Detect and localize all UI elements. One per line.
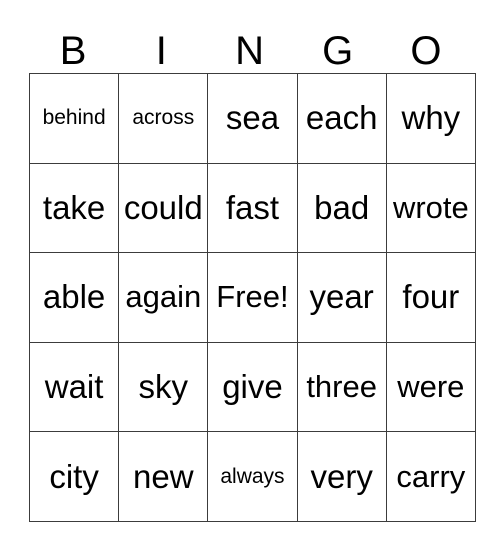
bingo-cell-label: again (125, 279, 202, 315)
bingo-cell-label: give (222, 368, 283, 406)
bingo-cell[interactable]: across (118, 73, 209, 164)
bingo-cell-label: fast (225, 188, 280, 226)
bingo-cell-label: carry (396, 458, 466, 494)
bingo-header-row: B I N G O (29, 20, 470, 73)
bingo-header-letter-n: N (235, 29, 264, 73)
bingo-cell[interactable]: carry (385, 431, 476, 522)
bingo-cell[interactable]: new (118, 431, 209, 522)
bingo-cell-label: sky (138, 368, 189, 406)
bingo-cell-label: each (305, 99, 378, 137)
bingo-cell[interactable]: three (296, 341, 387, 433)
bingo-cell[interactable]: wrote (385, 162, 476, 254)
bingo-cell[interactable]: why (385, 73, 476, 164)
bingo-cell[interactable]: very (296, 431, 387, 522)
bingo-cell-label: could (123, 188, 203, 226)
bingo-cell[interactable]: always (207, 431, 298, 522)
bingo-cell-label: bad (314, 188, 370, 226)
bingo-row: wait sky give three were (28, 341, 476, 433)
bingo-free-space-label: Free! (216, 279, 289, 315)
bingo-cell-label: able (42, 278, 106, 316)
bingo-cell[interactable]: take (28, 162, 120, 254)
bingo-cell-label: why (401, 99, 461, 137)
bingo-header-letter-o: O (410, 29, 442, 73)
bingo-row: take could fast bad wrote (28, 162, 476, 254)
bingo-cell-label: wrote (392, 189, 469, 225)
bingo-header-letter-i: I (155, 29, 167, 73)
bingo-row: city new always very carry (28, 431, 476, 522)
bingo-cell-label: always (220, 464, 285, 488)
bingo-cell-label: were (397, 369, 465, 405)
bingo-cell-label: year (309, 278, 374, 316)
bingo-card: B I N G O behind across sea each why tak… (28, 20, 476, 522)
bingo-header-letter-g: G (322, 29, 354, 73)
bingo-cell-label: city (49, 457, 99, 495)
bingo-cell[interactable]: could (118, 162, 209, 254)
bingo-cell[interactable]: city (28, 431, 120, 522)
bingo-row: behind across sea each why (28, 73, 476, 164)
bingo-header-letter-b: B (59, 29, 87, 73)
bingo-cell-label: take (42, 188, 106, 226)
bingo-cell[interactable]: were (385, 341, 476, 433)
bingo-cell[interactable]: year (296, 252, 387, 343)
bingo-cell[interactable]: fast (207, 162, 298, 254)
bingo-cell-label: behind (42, 106, 106, 130)
bingo-cell[interactable]: bad (296, 162, 387, 254)
bingo-cell-label: wait (44, 368, 104, 406)
bingo-cell[interactable]: four (385, 252, 476, 343)
bingo-row: able again Free! year four (28, 252, 476, 343)
bingo-cell-label: very (310, 457, 373, 495)
bingo-cell-label: four (402, 278, 460, 316)
bingo-cell-label: three (306, 369, 377, 405)
bingo-cell[interactable]: sea (207, 73, 298, 164)
bingo-cell-label: sea (225, 99, 280, 137)
bingo-cell-label: new (133, 457, 194, 495)
bingo-cell-label: across (132, 106, 195, 130)
bingo-cell[interactable]: each (296, 73, 387, 164)
bingo-cell-free[interactable]: Free! (207, 252, 298, 343)
bingo-grid: behind across sea each why take could fa… (28, 73, 476, 522)
bingo-cell[interactable]: behind (28, 73, 120, 164)
bingo-cell[interactable]: able (28, 252, 120, 343)
bingo-cell[interactable]: sky (118, 341, 209, 433)
bingo-cell[interactable]: wait (28, 341, 120, 433)
bingo-cell[interactable]: give (207, 341, 298, 433)
bingo-cell[interactable]: again (118, 252, 209, 343)
